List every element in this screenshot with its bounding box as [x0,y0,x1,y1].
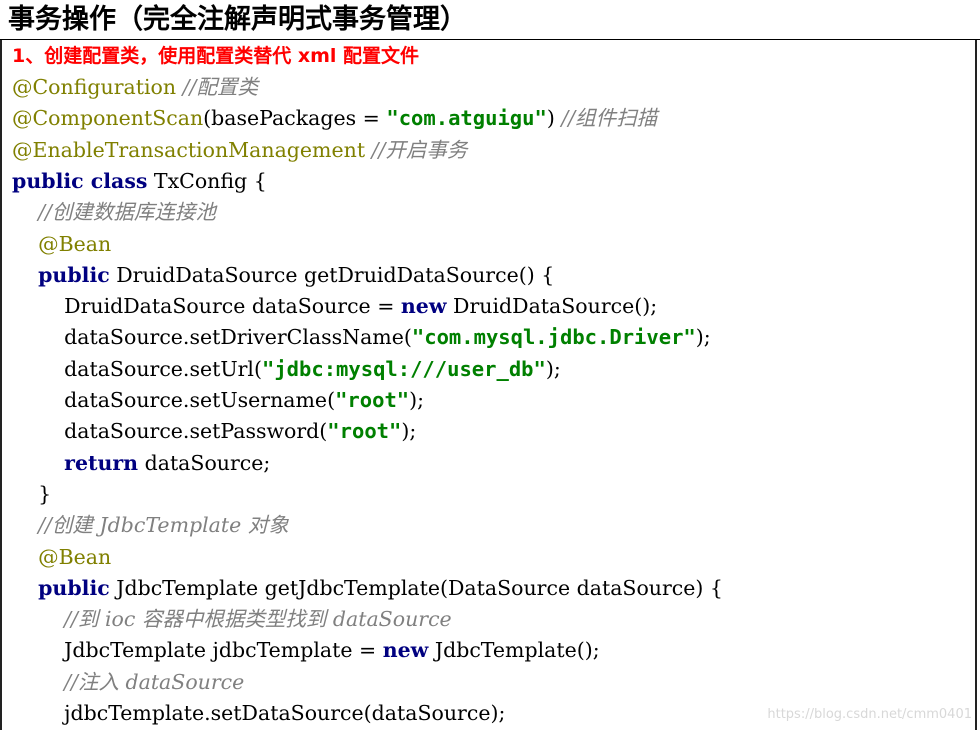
keyword-token: public [38,262,110,287]
code-text-token: dataSource.setUsername( [12,388,336,412]
keyword-token: new [400,294,447,319]
code-line: public class TxConfig { [12,166,267,197]
string-literal-token: "root" [335,388,410,412]
code-line: } [12,479,51,510]
watermark: https://blog.csdn.net/cmm0401 [767,707,972,722]
code-line: public JdbcTemplate getJdbcTemplate(Data… [12,573,723,604]
code-line: return dataSource; [12,448,270,479]
code-line: //创建数据库连接池 [12,197,216,228]
code-line: DruidDataSource dataSource = new DruidDa… [12,291,657,322]
code-line: //注入 dataSource [12,667,244,698]
string-literal-token: "com.mysql.jdbc.Driver" [411,325,696,350]
code-text-token: JdbcTemplate jdbcTemplate = [12,638,383,663]
code-text-token: ); [695,325,711,350]
code-line: JdbcTemplate jdbcTemplate = new JdbcTemp… [12,635,600,666]
code-line: public DruidDataSource getDruidDataSourc… [12,260,554,291]
code-text-token: ) [546,106,562,131]
code-text-token: JdbcTemplate(); [428,638,600,663]
code-line: @ComponentScan(basePackages = "com.atgui… [12,103,657,134]
code-text-token: JdbcTemplate getJdbcTemplate(DataSource … [109,575,723,600]
string-literal-token: "root" [327,419,402,444]
annotation-token: @Bean [38,231,112,256]
annotation-token: @ComponentScan [12,106,204,131]
code-text-token: DruidDataSource dataSource = [12,294,401,319]
comment-token: //注入 dataSource [64,669,245,694]
code-line: @Bean [12,229,111,260]
code-line: //创建 JdbcTemplate 对象 [12,510,289,541]
keyword-token: new [382,638,429,663]
code-text-token: ); [401,419,417,444]
code-text-token: dataSource.setPassword( [12,419,328,444]
comment-token: //到 ioc 容器中根据类型找到 dataSource [64,607,452,632]
annotation-token: @Bean [38,544,112,569]
code-text-token: jdbcTemplate.setDataSource(dataSource); [12,701,506,725]
comment-token: //创建数据库连接池 [38,200,216,225]
keyword-token: return [64,450,139,475]
code-line: @Configuration //配置类 [12,72,258,103]
code-line: //到 ioc 容器中根据类型找到 dataSource [12,604,452,635]
code-text-token: TxConfig { [147,168,267,193]
code-line: @EnableTransactionManagement //开启事务 [12,135,467,166]
code-text-token: ); [545,356,561,381]
page-title: 事务操作（完全注解声明式事务管理） [8,4,467,35]
code-text-token: DruidDataSource getDruidDataSource() { [109,262,555,287]
comment-token: //配置类 [182,75,258,99]
annotation-token: @Configuration [12,75,177,99]
code-text-token: DruidDataSource(); [446,294,658,319]
comment-token: //创建 JdbcTemplate 对象 [38,513,289,538]
step-heading: 1、创建配置类，使用配置类替代 xml 配置文件 [12,45,420,67]
code-text-token: dataSource.setUrl( [12,356,262,381]
code-line: jdbcTemplate.setDataSource(dataSource); [12,698,505,729]
string-literal-token: "com.atguigu" [386,106,547,131]
keyword-token: public class [12,168,148,193]
code-line: dataSource.setDriverClassName("com.mysql… [12,322,711,353]
comment-token: //组件扫描 [561,106,658,131]
code-text-token: (basePackages = [203,106,387,131]
keyword-token: public [38,575,110,600]
annotation-token: @EnableTransactionManagement [12,137,366,162]
code-line: dataSource.setUrl("jdbc:mysql:///user_db… [12,354,561,385]
comment-token: //开启事务 [371,137,468,162]
code-text-token: ); [409,388,425,412]
string-literal-token: "jdbc:mysql:///user_db" [261,356,546,381]
code-line: @Bean [12,542,111,573]
code-text-token: dataSource.setDriverClassName( [12,325,412,350]
code-text-token: } [12,481,52,506]
code-line: dataSource.setUsername("root"); [12,385,424,416]
code-text-token: dataSource; [138,450,271,475]
code-line: dataSource.setPassword("root"); [12,416,416,447]
